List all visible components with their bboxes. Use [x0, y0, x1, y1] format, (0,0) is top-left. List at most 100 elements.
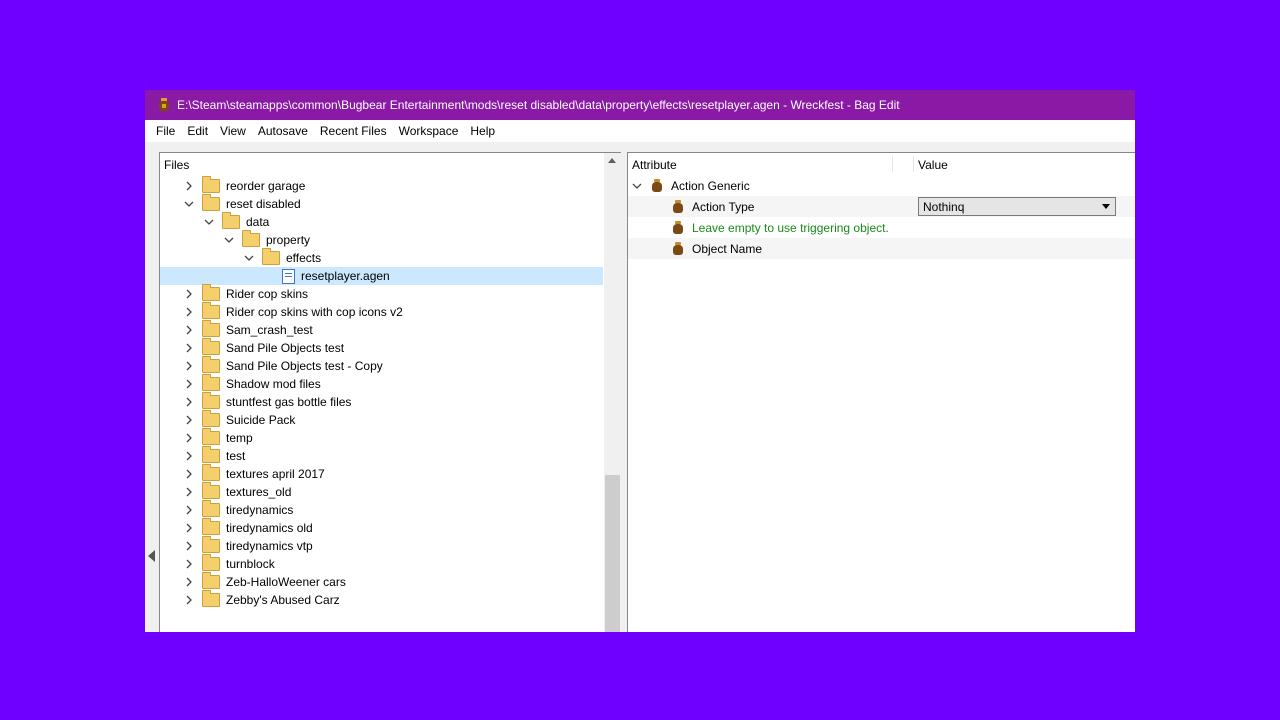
dropdown-arrow-icon[interactable]: [1102, 204, 1110, 209]
tree-folder-item[interactable]: effects: [160, 248, 603, 267]
column-divider[interactable]: [913, 156, 914, 172]
chevron-right-icon[interactable]: [182, 591, 196, 609]
attr-row-object-name[interactable]: Object Name: [628, 238, 1135, 259]
scrollbar-thumb[interactable]: [605, 475, 620, 632]
chevron-right-icon[interactable]: [182, 501, 196, 519]
window-title: E:\Steam\steamapps\common\Bugbear Entert…: [177, 98, 900, 112]
tree-item-label: textures_old: [226, 485, 292, 499]
tree-folder-item[interactable]: Zebby's Abused Carz: [160, 590, 603, 609]
tree-folder-item[interactable]: Sand Pile Objects test - Copy: [160, 356, 603, 375]
chevron-right-icon[interactable]: [182, 393, 196, 411]
folder-icon: [202, 482, 220, 499]
hint-text: Leave empty to use triggering object.: [692, 220, 889, 235]
tree-item-label: Zebby's Abused Carz: [226, 593, 340, 607]
tree-folder-item[interactable]: tiredynamics: [160, 500, 603, 519]
tree-folder-item[interactable]: Shadow mod files: [160, 374, 603, 393]
action-type-select[interactable]: Nothinq: [918, 197, 1116, 216]
chevron-right-icon[interactable]: [182, 555, 196, 573]
tree-folder-item[interactable]: tiredynamics vtp: [160, 536, 603, 555]
tree-folder-item[interactable]: temp: [160, 428, 603, 447]
column-header-value[interactable]: Value: [918, 158, 948, 172]
tree-item-label: effects: [286, 251, 322, 265]
collapse-panel-arrow-icon[interactable]: [148, 550, 155, 562]
tree-item-label: Zeb-HalloWeener cars: [226, 575, 346, 589]
tree-folder-item[interactable]: test: [160, 446, 603, 465]
chevron-right-icon[interactable]: [182, 465, 196, 483]
tree-item-label: data: [246, 215, 270, 229]
bag-icon: [671, 199, 685, 214]
chevron-right-icon[interactable]: [182, 483, 196, 501]
tree-folder-item[interactable]: Sam_crash_test: [160, 320, 603, 339]
tree-folder-item[interactable]: Rider cop skins with cop icons v2: [160, 302, 603, 321]
menu-autosave[interactable]: Autosave: [252, 124, 314, 138]
column-divider[interactable]: [892, 156, 893, 172]
chevron-down-icon[interactable]: [222, 231, 236, 249]
folder-icon: [202, 464, 220, 481]
tree-folder-item[interactable]: Sand Pile Objects test: [160, 338, 603, 357]
tree-folder-item[interactable]: stuntfest gas bottle files: [160, 392, 603, 411]
chevron-right-icon[interactable]: [182, 321, 196, 339]
folder-icon: [202, 500, 220, 517]
tree-folder-item[interactable]: property: [160, 230, 603, 249]
chevron-right-icon[interactable]: [182, 285, 196, 303]
files-scrollbar[interactable]: [604, 153, 621, 632]
chevron-right-icon[interactable]: [182, 375, 196, 393]
tree-folder-item[interactable]: reorder garage: [160, 176, 603, 195]
attr-row-hint: Leave empty to use triggering object.: [628, 217, 1135, 238]
tree-folder-item[interactable]: textures april 2017: [160, 464, 603, 483]
folder-icon: [262, 248, 280, 265]
menu-view[interactable]: View: [214, 124, 252, 138]
chevron-down-icon[interactable]: [182, 195, 196, 213]
tree-item-label: stuntfest gas bottle files: [226, 395, 352, 409]
chevron-down-icon[interactable]: [632, 181, 642, 191]
tree-file-item[interactable]: resetplayer.agen: [160, 267, 603, 285]
menu-recent-files[interactable]: Recent Files: [314, 124, 393, 138]
tree-folder-item[interactable]: reset disabled: [160, 194, 603, 213]
folder-icon: [202, 176, 220, 193]
tree-item-label: textures april 2017: [226, 467, 325, 481]
tree-folder-item[interactable]: textures_old: [160, 482, 603, 501]
menu-help[interactable]: Help: [464, 124, 501, 138]
chevron-right-icon[interactable]: [182, 573, 196, 591]
column-header-attribute[interactable]: Attribute: [632, 158, 677, 172]
files-pane-title: Files: [164, 158, 190, 172]
chevron-right-icon[interactable]: [182, 447, 196, 465]
folder-icon: [202, 392, 220, 409]
menu-edit[interactable]: Edit: [181, 124, 214, 138]
chevron-right-icon[interactable]: [182, 357, 196, 375]
folder-icon: [242, 230, 260, 247]
tree-folder-item[interactable]: Zeb-HalloWeener cars: [160, 572, 603, 591]
tree-item-label: Sam_crash_test: [226, 323, 313, 337]
chevron-right-icon[interactable]: [182, 411, 196, 429]
tree-folder-item[interactable]: Suicide Pack: [160, 410, 603, 429]
menu-file[interactable]: File: [150, 124, 181, 138]
attr-row-action-generic[interactable]: Action Generic: [628, 175, 1135, 196]
tree-item-label: tiredynamics vtp: [226, 539, 313, 553]
chevron-down-icon[interactable]: [242, 249, 256, 267]
chevron-right-icon[interactable]: [182, 339, 196, 357]
menu-bar: File Edit View Autosave Recent Files Wor…: [145, 120, 1135, 142]
chevron-right-icon[interactable]: [182, 303, 196, 321]
folder-icon: [202, 374, 220, 391]
chevron-down-icon[interactable]: [202, 213, 216, 231]
tree-item-label: reset disabled: [226, 197, 301, 211]
tree-item-label: turnblock: [226, 557, 275, 571]
title-bar[interactable]: E:\Steam\steamapps\common\Bugbear Entert…: [145, 90, 1135, 120]
tree-folder-item[interactable]: data: [160, 212, 603, 231]
tree-item-label: Sand Pile Objects test: [226, 341, 345, 355]
tree-folder-item[interactable]: tiredynamics old: [160, 518, 603, 537]
attr-label: Action Generic: [671, 178, 750, 193]
attributes-header: Attribute Value: [628, 153, 1135, 175]
tree-folder-item[interactable]: Rider cop skins: [160, 284, 603, 303]
scroll-up-arrow-icon[interactable]: [608, 158, 616, 163]
menu-workspace[interactable]: Workspace: [393, 124, 465, 138]
chevron-right-icon[interactable]: [182, 537, 196, 555]
chevron-right-icon[interactable]: [182, 429, 196, 447]
chevron-right-icon[interactable]: [182, 177, 196, 195]
bag-icon: [650, 178, 664, 193]
attr-label: Object Name: [692, 241, 763, 256]
bag-icon: [671, 241, 685, 256]
attr-row-action-type[interactable]: Action Type Nothinq: [628, 196, 1135, 217]
tree-folder-item[interactable]: turnblock: [160, 554, 603, 573]
chevron-right-icon[interactable]: [182, 519, 196, 537]
